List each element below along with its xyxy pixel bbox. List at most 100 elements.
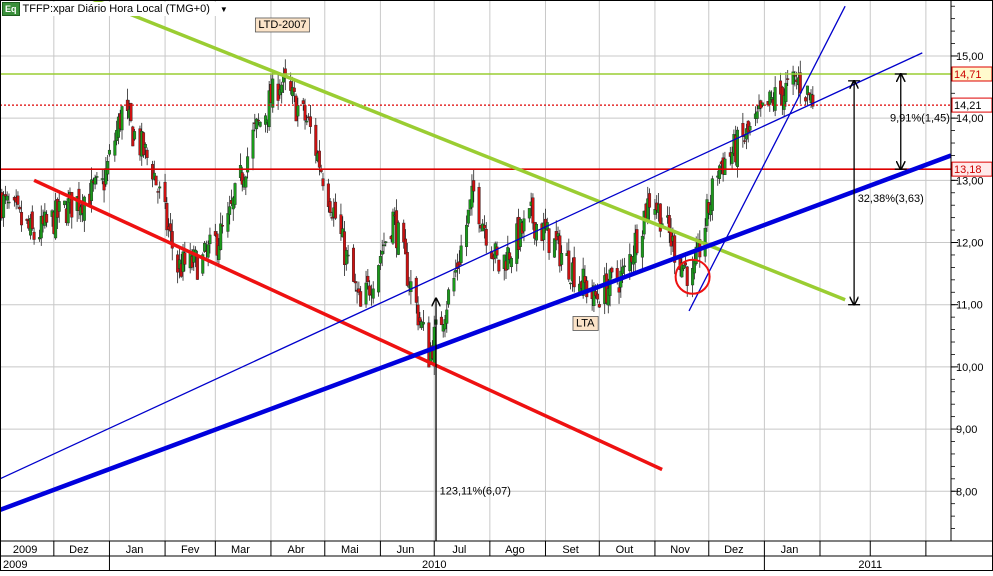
candle-body <box>95 176 99 178</box>
candle-body <box>382 244 386 247</box>
annotation-label: LTA <box>576 317 595 329</box>
candle-body <box>57 201 61 212</box>
price-badge-label: 14,21 <box>954 100 982 112</box>
x-tick-label-month: Jul <box>452 544 466 556</box>
candle-body <box>203 243 207 252</box>
candle-body <box>163 181 167 203</box>
candle-body <box>228 206 232 215</box>
candle-body <box>305 120 309 123</box>
candle-body <box>314 124 318 156</box>
annotation-label: 32,38%(3,63) <box>858 193 924 205</box>
y-tick-label: 8,00 <box>956 486 977 498</box>
y-tick-label: 15,00 <box>956 51 984 63</box>
candle-body <box>683 262 687 266</box>
candle-body <box>735 129 739 167</box>
candle-body <box>319 169 323 172</box>
candle-body <box>195 255 199 280</box>
x-tick-label-month: Dez <box>724 544 744 556</box>
candle-body <box>20 212 24 226</box>
candle-body <box>45 214 49 223</box>
candle-body <box>107 149 111 155</box>
x-tick-label-year: 2011 <box>858 559 882 571</box>
chart-header[interactable]: Eq TFFP:xpar Diário Hora Local (TMG+0) ▼ <box>2 2 231 16</box>
candle-body <box>63 200 67 206</box>
candle-body <box>371 288 375 299</box>
candle-body <box>226 213 230 232</box>
candle-body <box>346 254 350 257</box>
candle-body <box>330 217 334 219</box>
candle-body <box>409 281 413 293</box>
candle-body <box>18 206 22 210</box>
candle-body <box>621 266 625 274</box>
candle-body <box>106 161 110 175</box>
x-tick-label-year: 2009 <box>3 559 27 571</box>
candle-body <box>421 322 425 325</box>
chart: LTD-2007 LTA 9,91%(1,45) 32,38%(3,63) 123,11… <box>0 0 993 571</box>
candle-body <box>547 228 551 253</box>
candle-body <box>120 106 124 131</box>
candle-body <box>158 186 162 189</box>
candle-body <box>710 178 714 211</box>
candle-body <box>730 152 734 164</box>
annotation-label: 9,91%(1,45) <box>890 112 950 124</box>
candle-body <box>208 234 212 245</box>
candle-body <box>682 265 686 270</box>
candle-body <box>718 165 722 179</box>
y-tick-label: 11,00 <box>956 300 983 312</box>
candle-body <box>168 223 172 232</box>
x-tick-label-month: 2009 <box>13 544 37 556</box>
candle-body <box>142 132 146 156</box>
candle-body <box>439 316 443 326</box>
candle-body <box>445 309 449 324</box>
candle-body <box>748 126 752 131</box>
candle-body <box>308 116 312 127</box>
x-tick-label-year: 2010 <box>422 559 446 571</box>
y-tick-label: 13,00 <box>956 175 984 187</box>
candle-body <box>256 119 260 122</box>
candle-body <box>596 293 600 300</box>
x-tick-label-month: Ago <box>505 544 525 556</box>
candle-body <box>100 178 104 180</box>
candle-body <box>32 231 36 240</box>
candle-body <box>648 193 652 208</box>
candle-body <box>773 87 777 111</box>
annotation-label: LTD-2007 <box>258 19 306 31</box>
candle-body <box>233 183 237 205</box>
candle-body <box>384 241 388 244</box>
candle-body <box>353 281 357 284</box>
candle-body <box>328 201 332 213</box>
candle-body <box>351 247 355 282</box>
candle-body <box>206 244 210 258</box>
price-badge-label: 14,71 <box>954 69 982 81</box>
candle-body <box>755 111 759 119</box>
x-tick-label-month: Jan <box>781 544 799 556</box>
candle-body <box>344 250 348 265</box>
candle-body <box>321 178 325 187</box>
candle-body <box>129 103 133 121</box>
candle-body <box>366 275 370 283</box>
candle-body <box>784 82 788 102</box>
x-tick-label-month: Jan <box>126 544 144 556</box>
candle-body <box>622 265 626 268</box>
candle-body <box>219 223 223 250</box>
candle-body <box>5 195 9 201</box>
candle-body <box>484 228 488 246</box>
candle-body <box>391 211 395 244</box>
candle-body <box>93 177 97 185</box>
candle-body <box>258 121 262 127</box>
candle-body <box>522 218 526 232</box>
chart-title: TFFP:xpar Diário Hora Local (TMG+0) <box>22 3 210 15</box>
candle-body <box>2 194 6 218</box>
candle-body <box>465 224 469 247</box>
dropdown-arrow-icon[interactable]: ▼ <box>220 5 228 14</box>
candle-body <box>509 258 513 268</box>
price-badge-label: 13,18 <box>954 164 982 176</box>
chart-canvas: LTD-2007 LTA 9,91%(1,45) 32,38%(3,63) 123,11… <box>0 0 993 571</box>
x-tick-label-month: Dez <box>69 544 89 556</box>
candle-body <box>143 144 147 148</box>
candle-body <box>377 265 381 293</box>
candle-body <box>251 129 255 159</box>
x-tick-label-month: Mai <box>341 544 359 556</box>
candle-body <box>156 191 160 193</box>
candle-body <box>640 235 644 258</box>
